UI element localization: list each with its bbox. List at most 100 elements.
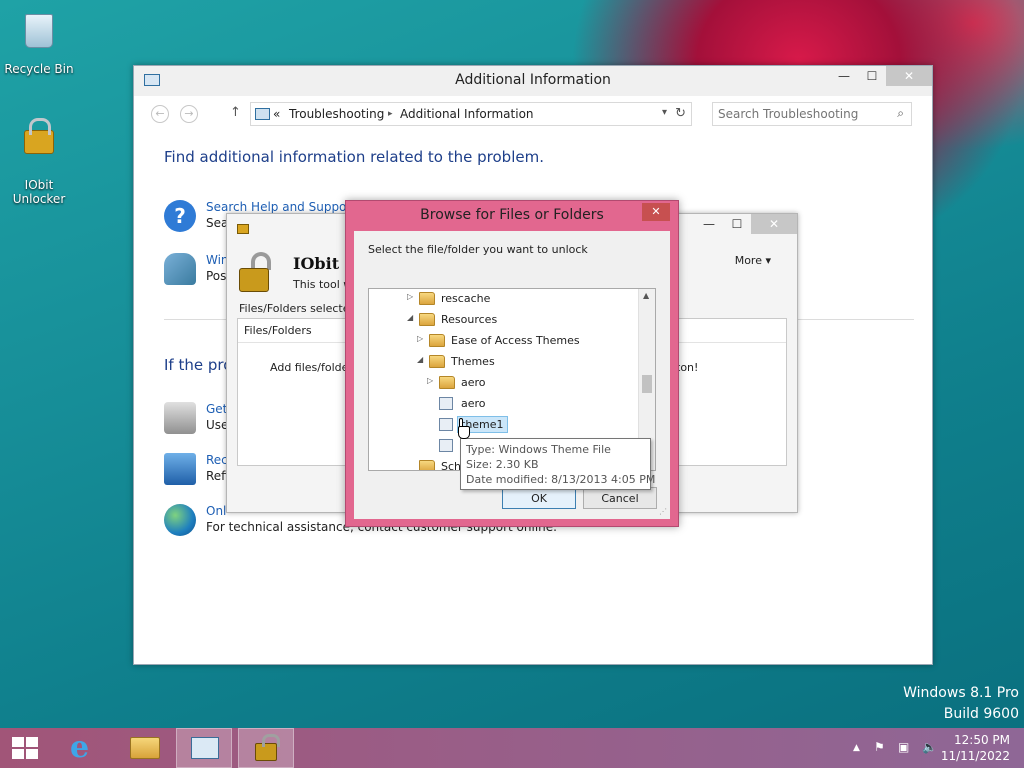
watermark-build: Build 9600	[943, 706, 1019, 722]
recovery-icon	[164, 453, 196, 485]
lock-icon	[255, 734, 280, 761]
clock-time: 12:50 PM	[954, 733, 1010, 747]
online-link[interactable]: Onl	[206, 504, 226, 518]
browse-prompt: Select the file/folder you want to unloc…	[368, 243, 588, 256]
tooltip-type: Type: Windows Theme File	[466, 443, 611, 456]
breadcrumb-separator[interactable]: ▸	[388, 109, 393, 119]
people-icon	[164, 253, 196, 285]
search-input[interactable]	[718, 104, 888, 124]
scroll-up-arrow[interactable]: ▲	[643, 291, 649, 300]
resize-grip[interactable]: ⋰	[659, 507, 667, 516]
search-icon[interactable]: ⌕	[897, 106, 904, 121]
iobit-unlocker-desktop-icon[interactable]: IObit Unlocker	[1, 114, 77, 206]
recycle-bin-icon[interactable]: Recycle Bin	[1, 8, 77, 76]
ie-icon: e	[70, 730, 90, 765]
folder-icon	[429, 334, 445, 347]
breadcrumb-troubleshooting[interactable]: Troubleshooting	[289, 107, 384, 121]
files-list-hint-end: ton!	[676, 361, 699, 374]
network-icon[interactable]: ▣	[898, 740, 909, 754]
iobit-task[interactable]	[238, 728, 294, 768]
control-panel-icon	[255, 108, 270, 120]
back-button[interactable]: ←	[151, 105, 169, 123]
more-menu-button[interactable]: More ▾	[735, 254, 771, 267]
clock-date: 11/11/2022	[940, 749, 1010, 763]
breadcrumb-overflow[interactable]: «	[273, 107, 280, 121]
minimize-button[interactable]: —	[830, 66, 858, 86]
show-hidden-icons[interactable]: ▲	[853, 743, 860, 753]
expand-toggle-icon[interactable]: ▷	[417, 334, 427, 343]
expand-toggle-icon[interactable]: ▷	[427, 376, 437, 385]
address-row: ← → ↑ « Troubleshooting ▸ Additional Inf…	[146, 102, 918, 126]
lock-icon	[19, 118, 59, 174]
browse-dialog-title: Browse for Files or Folders	[420, 207, 604, 223]
close-button[interactable]: ✕	[886, 66, 932, 86]
windows-desc: Pos	[206, 269, 227, 283]
flag-icon[interactable]: ⚑	[874, 740, 885, 754]
folder-icon	[439, 376, 455, 389]
hand-cursor-icon	[456, 418, 472, 440]
iobit-close-button[interactable]: ✕	[751, 214, 797, 234]
folder-icon	[130, 737, 160, 759]
control-panel-task[interactable]	[176, 728, 232, 768]
file-tooltip: Type: Windows Theme File Size: 2.30 KB D…	[460, 438, 656, 490]
volume-icon[interactable]: 🔈	[922, 740, 937, 754]
recycle-bin-label: Recycle Bin	[4, 62, 74, 76]
theme-file-icon	[439, 439, 453, 452]
search-help-desc: Sea	[206, 216, 229, 230]
section-heading: If the pro	[164, 356, 233, 374]
tree-node-label: aero	[461, 397, 486, 410]
unlock-icon	[237, 252, 277, 292]
tree-node-label: aero	[461, 376, 486, 389]
recovery-link[interactable]: Rec	[206, 453, 228, 467]
folder-icon	[419, 313, 435, 326]
folder-icon	[419, 292, 435, 305]
files-selected-label: Files/Folders selected	[239, 302, 357, 315]
internet-explorer-button[interactable]: e	[56, 728, 112, 768]
tree-node-label: rescache	[441, 292, 491, 305]
theme-file-icon	[439, 397, 453, 410]
up-button[interactable]: ↑	[230, 105, 241, 120]
refresh-button[interactable]: ↻	[675, 106, 686, 121]
address-dropdown[interactable]: ▾	[662, 107, 667, 118]
windows-logo-icon	[12, 737, 38, 759]
tree-node-label: Ease of Access Themes	[451, 334, 580, 347]
folder-icon	[419, 460, 435, 470]
app-lock-icon	[237, 224, 249, 234]
search-box[interactable]: ⌕	[712, 102, 912, 126]
folder-icon	[429, 355, 445, 368]
browse-close-button[interactable]: ✕	[642, 203, 670, 221]
window-title: Additional Information	[455, 72, 611, 88]
control-panel-icon	[191, 737, 219, 759]
search-help-link[interactable]: Search Help and Support	[206, 200, 356, 214]
tools-icon	[164, 402, 196, 434]
forward-button[interactable]: →	[180, 105, 198, 123]
page-heading: Find additional information related to t…	[164, 148, 544, 166]
address-bar[interactable]: « Troubleshooting ▸ Additional Informati…	[250, 102, 692, 126]
cancel-button[interactable]: Cancel	[583, 487, 657, 509]
ok-button[interactable]: OK	[502, 487, 576, 509]
trash-icon	[19, 14, 59, 58]
tooltip-modified: Date modified: 8/13/2013 4:05 PM	[466, 473, 656, 486]
tooltip-size: Size: 2.30 KB	[466, 458, 539, 471]
expand-toggle-icon[interactable]: ◢	[407, 313, 417, 322]
maximize-button[interactable]: ☐	[858, 66, 886, 86]
tree-node-label: Resources	[441, 313, 498, 326]
scroll-thumb[interactable]	[642, 375, 652, 393]
iobit-minimize-button[interactable]: —	[695, 214, 723, 234]
help-icon: ?	[164, 200, 196, 232]
title-bar[interactable]: Additional Information — ☐ ✕	[134, 66, 932, 96]
iobit-maximize-button[interactable]: ☐	[723, 214, 751, 234]
get-link[interactable]: Get	[206, 402, 227, 416]
iobit-label-line2: Unlocker	[12, 192, 66, 206]
file-explorer-button[interactable]	[116, 728, 172, 768]
breadcrumb-additional-information[interactable]: Additional Information	[400, 107, 534, 121]
clock[interactable]: 12:50 PM 11/11/2022	[941, 732, 1010, 764]
expand-toggle-icon[interactable]: ▷	[407, 292, 417, 301]
iobit-label-line1: IObit	[24, 178, 54, 192]
start-button[interactable]	[0, 728, 56, 768]
tree-node-label: Themes	[451, 355, 495, 368]
expand-toggle-icon[interactable]: ◢	[417, 355, 427, 364]
windows-watermark: Windows 8.1 Pro Build 9600	[903, 685, 1019, 722]
taskbar: e ▲ ⚑ ▣ 🔈 12:50 PM 11/11/2022	[0, 728, 1024, 768]
theme-file-icon	[439, 418, 453, 431]
